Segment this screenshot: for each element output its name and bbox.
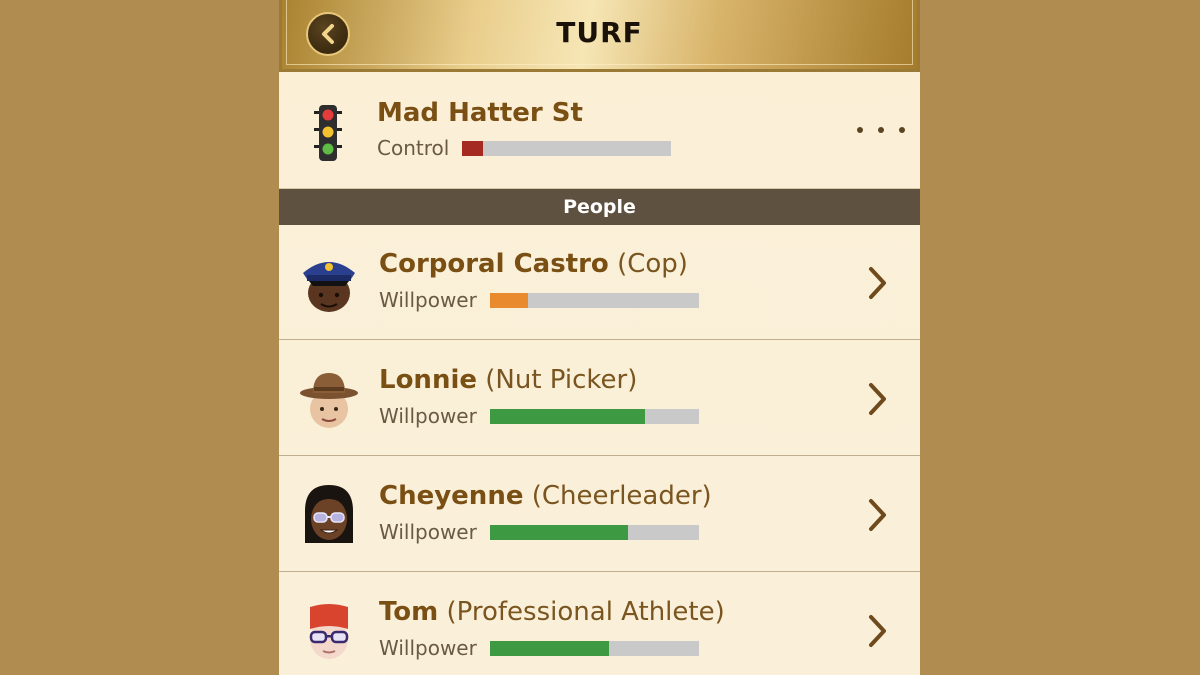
control-label: Control: [377, 136, 450, 160]
athlete-avatar-icon: [309, 604, 349, 659]
person-row[interactable]: Corporal Castro (Cop) Willpower: [279, 225, 920, 340]
more-dot-icon: [878, 127, 884, 133]
control-bar: [462, 141, 671, 156]
person-name: Cheyenne (Cheerleader): [379, 481, 712, 511]
traffic-light-icon: [314, 105, 342, 161]
person-name-text: Cheyenne: [379, 481, 524, 511]
more-dot-icon: [857, 127, 863, 133]
control-bar-fill: [462, 141, 483, 156]
person-row[interactable]: Tom (Professional Athlete) Willpower: [279, 573, 920, 675]
person-name-text: Lonnie: [379, 365, 477, 395]
willpower-label: Willpower: [379, 520, 477, 544]
willpower-label: Willpower: [379, 404, 477, 428]
chevron-right-icon: [869, 383, 886, 415]
cop-avatar-icon: [303, 262, 355, 312]
person-role: (Professional Athlete): [446, 597, 725, 627]
willpower-bar-fill: [490, 641, 610, 656]
header-bar: TURF: [279, 0, 920, 72]
more-options-button[interactable]: [857, 120, 905, 140]
section-title: People: [563, 196, 636, 218]
person-name: Lonnie (Nut Picker): [379, 365, 637, 395]
location-name: Mad Hatter St: [377, 98, 583, 128]
person-role: (Cheerleader): [531, 481, 712, 511]
person-name-text: Tom: [379, 597, 439, 627]
location-row: Mad Hatter St Control: [279, 72, 920, 189]
person-name-text: Corporal Castro: [379, 249, 609, 279]
chevron-right-icon: [869, 615, 886, 647]
section-header-people: People: [279, 189, 920, 225]
willpower-bar: [490, 409, 699, 424]
willpower-label: Willpower: [379, 288, 477, 312]
chevron-right-icon: [869, 499, 886, 531]
chevron-right-icon: [869, 267, 886, 299]
willpower-bar: [490, 293, 699, 308]
willpower-bar-fill: [490, 409, 645, 424]
willpower-bar: [490, 641, 699, 656]
willpower-label: Willpower: [379, 636, 477, 660]
more-dot-icon: [899, 127, 905, 133]
willpower-bar-fill: [490, 525, 628, 540]
person-name: Corporal Castro (Cop): [379, 249, 688, 279]
turf-screen: TURF Mad Hatter St Control People Corpor…: [279, 0, 920, 675]
person-role: (Cop): [617, 249, 688, 279]
cowboy-avatar-icon: [300, 373, 358, 428]
willpower-bar: [490, 525, 699, 540]
sunglasses-avatar-icon: [305, 485, 353, 543]
page-title: TURF: [556, 16, 643, 49]
person-role: (Nut Picker): [485, 365, 638, 395]
person-row[interactable]: Cheyenne (Cheerleader) Willpower: [279, 457, 920, 572]
willpower-bar-fill: [490, 293, 528, 308]
person-row[interactable]: Lonnie (Nut Picker) Willpower: [279, 341, 920, 456]
person-name: Tom (Professional Athlete): [379, 597, 725, 627]
